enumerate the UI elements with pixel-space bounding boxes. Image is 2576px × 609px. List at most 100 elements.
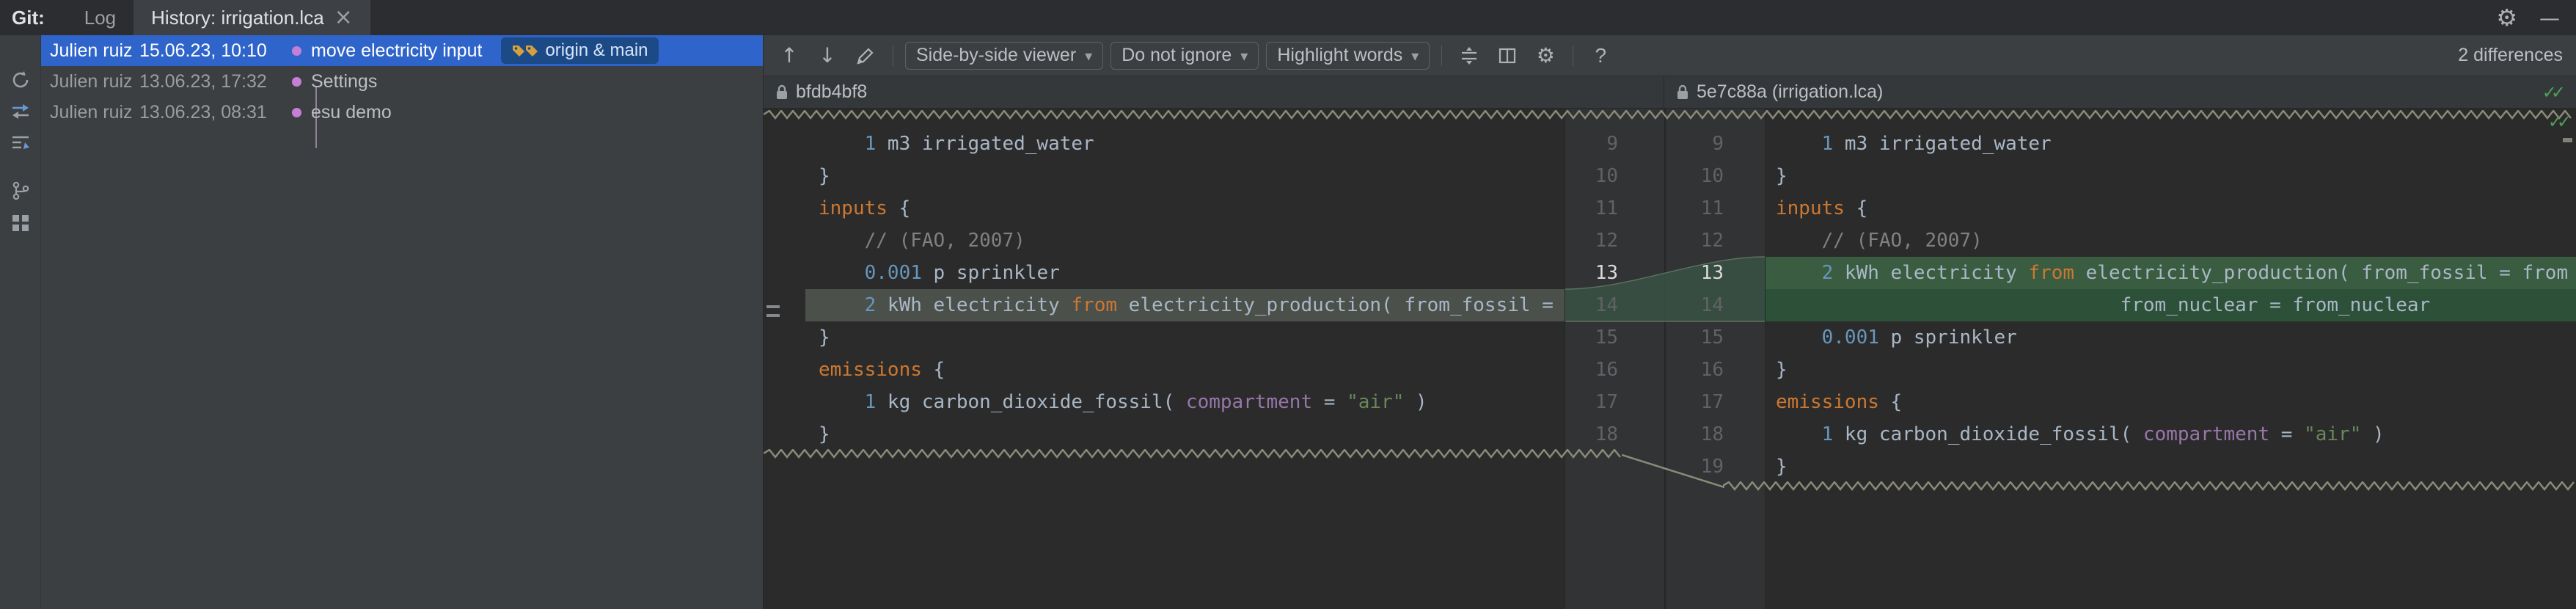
toolbar-separator xyxy=(1441,45,1443,66)
gutter-row: 17 17 xyxy=(1565,386,1765,418)
inspections-ok-icon: ✓✓ xyxy=(2542,81,2566,103)
gutter-row: 11 11 xyxy=(1565,192,1765,225)
gutter-row: 13 13 xyxy=(1565,257,1765,289)
code-line-left[interactable]: // (FAO, 2007) xyxy=(764,225,1565,257)
next-difference-button[interactable]: ↓ xyxy=(812,41,843,70)
line-number-right: 18 xyxy=(1700,423,1724,445)
code-line-right[interactable]: from_nuclear = from_nuclear xyxy=(1765,289,2576,321)
left-code-rows: 1 m3 irrigated_water} inputs { // (FAO, 2… xyxy=(764,128,1565,483)
collapsed-region-diagonal xyxy=(1622,453,1724,489)
commit-message: esu demo xyxy=(311,101,392,123)
left-code-pane[interactable]: 1 m3 irrigated_water} inputs { // (FAO, 2… xyxy=(764,109,1565,609)
top-bar: Git: Log History: irrigation.lca × ⚙ — xyxy=(0,0,2576,35)
split-columns-button[interactable] xyxy=(1492,41,1523,70)
close-tab-icon[interactable]: × xyxy=(334,7,353,29)
code-line-left[interactable]: 1 m3 irrigated_water xyxy=(764,128,1565,160)
code-line-left[interactable]: 1 kg carbon_dioxide_fossil( compartment … xyxy=(764,386,1565,418)
code-line-right[interactable]: // (FAO, 2007) xyxy=(1765,225,2576,257)
line-number-left: 9 xyxy=(1606,133,1618,155)
history-row[interactable]: Julien ruiz 13.06.23, 08:31 esu demo xyxy=(41,97,763,128)
code-line-right[interactable]: inputs { xyxy=(1765,192,2576,225)
code-token: emissions xyxy=(819,359,922,381)
change-marker-dash xyxy=(766,305,780,308)
tab-log[interactable]: Log xyxy=(67,0,133,35)
code-line-left[interactable]: 0.001 p sprinkler xyxy=(764,257,1565,289)
line-number-right: 14 xyxy=(1700,294,1724,316)
line-number-left: 10 xyxy=(1595,165,1618,187)
commit-dot-icon xyxy=(292,77,301,87)
vertical-scrollbar[interactable] xyxy=(2563,109,2576,609)
code-line-left[interactable]: emissions { xyxy=(764,354,1565,386)
code-token: inputs xyxy=(819,197,888,219)
line-number-right: 11 xyxy=(1700,197,1724,219)
left-revision-title: bfdb4bf8 xyxy=(796,81,868,102)
viewer-mode-label: Side-by-side viewer xyxy=(916,45,1077,65)
gutter-rows: 9 9 10 10 11 11 12 12 13 13 14 14 15 15 16 16 17 17 18 18 19 xyxy=(1565,128,1765,483)
left-pane-header: bfdb4bf8 xyxy=(763,76,1664,109)
highlight-mode-dropdown[interactable]: Highlight words ▾ xyxy=(1266,41,1430,70)
code-line-right[interactable]: 0.001 p sprinkler xyxy=(1765,321,2576,354)
grid-icon[interactable] xyxy=(10,213,31,233)
viewer-mode-dropdown[interactable]: Side-by-side viewer ▾ xyxy=(905,41,1104,70)
chevron-down-icon: ▾ xyxy=(1240,46,1248,65)
previous-difference-button[interactable]: ↑ xyxy=(774,41,805,70)
code-line-left[interactable]: } xyxy=(764,160,1565,192)
code-line-right[interactable]: 1 kg carbon_dioxide_fossil( compartment … xyxy=(1765,418,2576,451)
history-row[interactable]: Julien ruiz 15.06.23, 10:10 move electrici… xyxy=(41,35,763,66)
commit-graph-node xyxy=(283,66,310,97)
tab-history-irrigation[interactable]: History: irrigation.lca × xyxy=(133,0,370,35)
help-button[interactable]: ? xyxy=(1585,41,1616,70)
gutter-row: 14 14 xyxy=(1565,289,1765,321)
code-token: from_nuclear = from_nuclear xyxy=(1776,294,2431,316)
align-arrows-icon[interactable] xyxy=(10,134,31,154)
collapse-unchanged-button[interactable] xyxy=(1454,41,1485,70)
diff-gutter: 9 9 10 10 11 11 12 12 13 13 14 14 15 15 16 16 17 17 18 18 19 xyxy=(1565,109,1765,609)
jump-to-source-button[interactable] xyxy=(850,41,881,70)
code-token: { xyxy=(1878,391,1903,413)
settings-gear-icon[interactable]: ⚙ xyxy=(2496,4,2517,32)
code-line-left[interactable]: } xyxy=(764,418,1565,451)
code-line-right[interactable]: 2 kWh electricity from electricity_produ… xyxy=(1765,257,2576,289)
code-line-right[interactable]: } xyxy=(1765,354,2576,386)
diff-editor[interactable]: 1 m3 irrigated_water} inputs { // (FAO, 2… xyxy=(763,109,2576,609)
refresh-icon[interactable] xyxy=(10,69,31,90)
code-line-right[interactable]: } xyxy=(1765,451,2576,483)
tab-history-label: History: irrigation.lca xyxy=(151,6,324,29)
code-line-right[interactable]: } xyxy=(1765,160,2576,192)
commit-message: Settings xyxy=(311,70,378,92)
lock-icon xyxy=(777,84,787,99)
code-token: m3 irrigated_water xyxy=(876,133,1094,155)
code-line-right[interactable]: emissions { xyxy=(1765,386,2576,418)
code-line-left[interactable]: } xyxy=(764,321,1565,354)
line-number-left: 13 xyxy=(1595,262,1618,284)
vcs-side-toolbar xyxy=(0,35,41,609)
code-token: // (FAO, 2007) xyxy=(864,230,1025,252)
code-line-right[interactable]: 1 m3 irrigated_water xyxy=(1765,128,2576,160)
swap-arrows-icon[interactable] xyxy=(10,101,31,122)
right-code-rows: 1 m3 irrigated_water} inputs { // (FAO, 2… xyxy=(1765,128,2576,483)
code-line-left[interactable]: 2 kWh electricity from electricity_produ… xyxy=(764,289,1565,321)
code-token: 2 xyxy=(864,294,877,316)
code-token: from xyxy=(1071,294,1118,316)
differences-count: 2 differences xyxy=(2458,45,2563,65)
code-token: ) xyxy=(2361,423,2385,445)
branch-refs-pill[interactable]: origin & main xyxy=(501,37,659,64)
commit-date: 13.06.23, 08:31 xyxy=(139,101,267,123)
whitespace-policy-dropdown[interactable]: Do not ignore ▾ xyxy=(1110,41,1259,70)
code-token: = xyxy=(2269,423,2305,445)
line-number-left: 18 xyxy=(1595,423,1618,445)
history-row[interactable]: Julien ruiz 13.06.23, 17:32 Settings xyxy=(41,66,763,97)
lock-icon xyxy=(1677,84,1688,99)
right-code-pane[interactable]: 1 m3 irrigated_water} inputs { // (FAO, 2… xyxy=(1765,109,2576,609)
hide-panel-icon[interactable]: — xyxy=(2539,6,2560,30)
diff-settings-gear-icon[interactable]: ⚙ xyxy=(1530,41,1561,70)
code-token: compartment xyxy=(1185,391,1313,413)
code-token: } xyxy=(819,327,830,349)
line-number-right: 17 xyxy=(1700,391,1724,413)
code-line-left[interactable]: inputs { xyxy=(764,192,1565,225)
branch-icon[interactable] xyxy=(10,180,31,201)
